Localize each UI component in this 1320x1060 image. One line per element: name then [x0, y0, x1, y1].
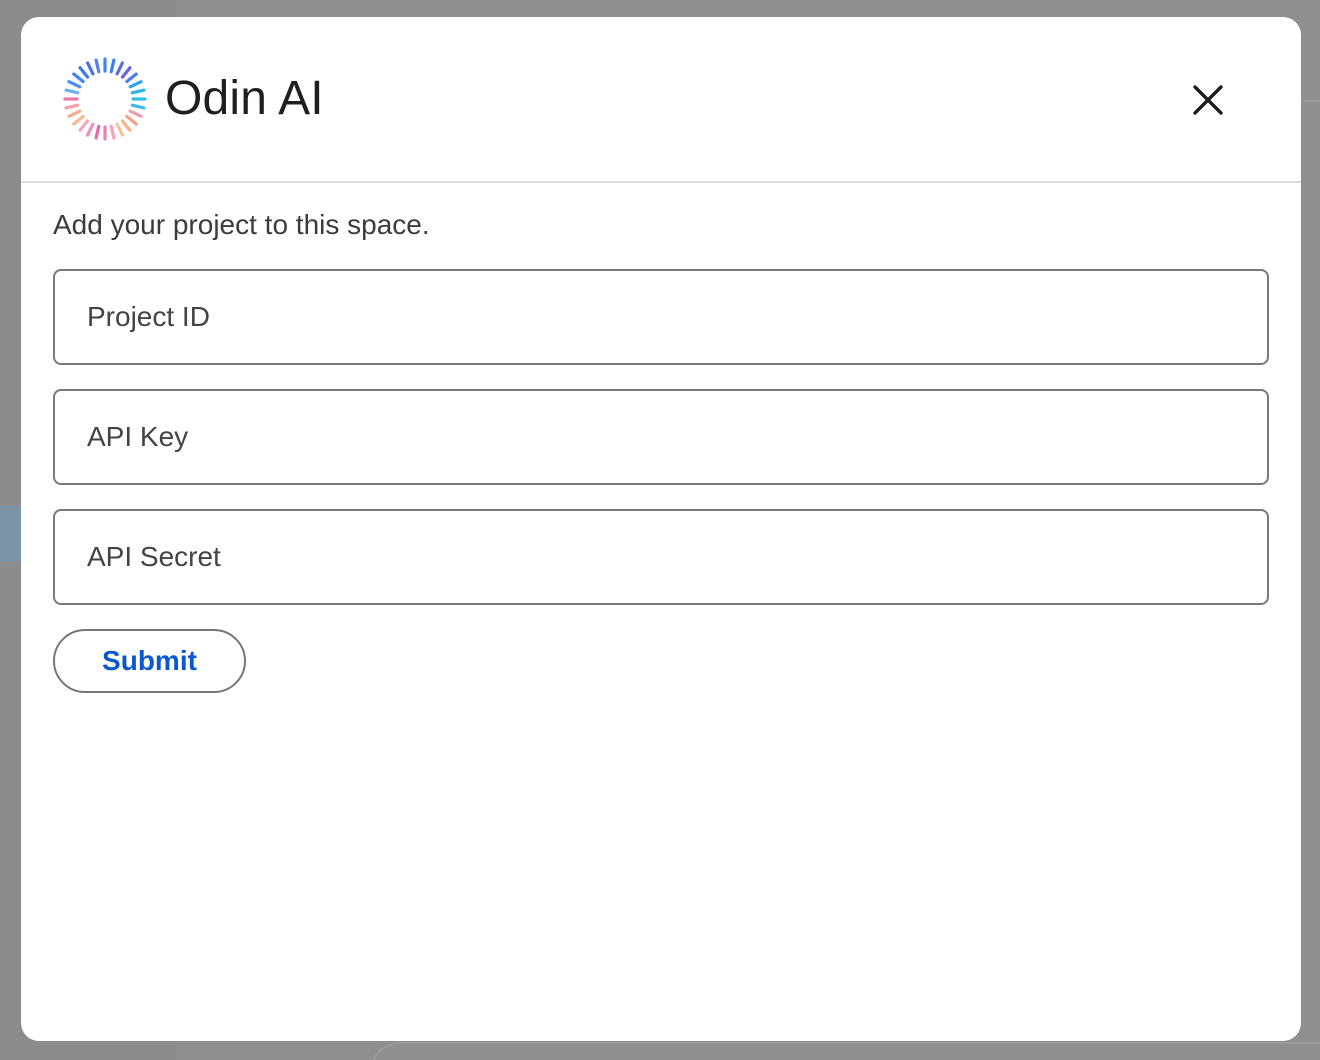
brand-name: Odin AI	[165, 72, 324, 125]
api-secret-input[interactable]	[53, 509, 1269, 605]
logo-ray	[72, 114, 85, 126]
logo-ray	[109, 124, 116, 140]
logo-ray	[67, 80, 82, 89]
logo-ray	[78, 66, 90, 79]
logo-ray	[120, 66, 132, 79]
submit-button[interactable]: Submit	[53, 629, 246, 693]
logo-ray	[125, 72, 138, 84]
api-key-input[interactable]	[53, 389, 1269, 485]
logo-ray	[72, 72, 85, 84]
logo-ray	[128, 80, 143, 89]
instruction-text: Add your project to this space.	[53, 209, 430, 240]
background-selected-strip	[0, 506, 22, 562]
logo-ray	[115, 122, 124, 137]
dialog-body: Add your project to this space. Submit	[21, 183, 1301, 693]
logo-ray	[128, 109, 143, 118]
logo-ray	[94, 58, 101, 74]
logo-ray	[64, 88, 80, 95]
logo-ray	[78, 119, 90, 132]
logo-ray	[86, 122, 95, 137]
close-icon	[1193, 85, 1223, 115]
logo-ray	[86, 61, 95, 76]
logo-ray	[109, 58, 116, 74]
close-button[interactable]	[1183, 75, 1233, 125]
logo-ray	[120, 119, 132, 132]
logo-ray	[115, 61, 124, 76]
odin-logo-icon	[63, 57, 147, 141]
background-divider	[1300, 100, 1320, 102]
dialog-header: Odin AI	[21, 17, 1301, 183]
logo-ray	[64, 103, 80, 110]
add-project-dialog: Odin AI Add your project to this space. …	[21, 17, 1301, 1041]
logo-ray	[130, 88, 146, 95]
logo-ray	[130, 103, 146, 110]
background-card-edge	[370, 1042, 1320, 1060]
logo-ray	[125, 114, 138, 126]
logo-ray	[94, 124, 101, 140]
logo-ray	[67, 109, 82, 118]
project-id-input[interactable]	[53, 269, 1269, 365]
